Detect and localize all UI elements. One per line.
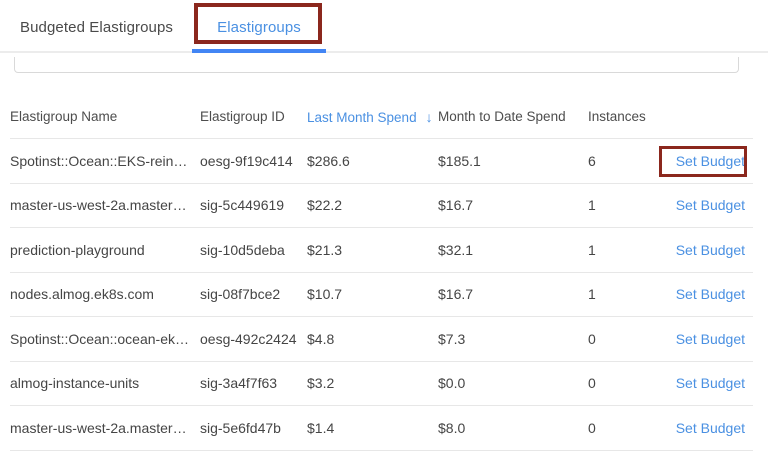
- table-body: Spotinst::Ocean::EKS-reinv… oesg-9f19c41…: [10, 139, 753, 451]
- cell-month-to-date-spend: $16.7: [438, 286, 588, 302]
- cell-month-to-date-spend: $16.7: [438, 197, 588, 213]
- table-row: master-us-west-2a.masters… sig-5c449619 …: [10, 184, 753, 229]
- cell-actions: Set Budget: [660, 242, 753, 258]
- cell-actions: Set Budget: [660, 153, 753, 169]
- cell-elastigroup-name: master-us-west-2a.masters…: [10, 197, 200, 213]
- cell-instances: 0: [588, 375, 660, 391]
- cell-actions: Set Budget: [660, 197, 753, 213]
- cell-month-to-date-spend: $32.1: [438, 242, 588, 258]
- cell-elastigroup-id: sig-5c449619: [200, 197, 307, 213]
- cell-elastigroup-name: prediction-playground: [10, 242, 200, 258]
- cell-last-month-spend: $10.7: [307, 286, 438, 302]
- cell-elastigroup-name: Spotinst::Ocean::EKS-reinv…: [10, 153, 200, 169]
- filter-input-partial[interactable]: [14, 57, 739, 73]
- cell-last-month-spend: $286.6: [307, 153, 438, 169]
- col-header-month-to-date-spend[interactable]: Month to Date Spend: [438, 109, 588, 124]
- cell-actions: Set Budget: [660, 375, 753, 391]
- set-budget-link[interactable]: Set Budget: [676, 153, 745, 169]
- set-budget-link[interactable]: Set Budget: [676, 242, 745, 258]
- cell-elastigroup-id: sig-08f7bce2: [200, 286, 307, 302]
- cell-last-month-spend: $1.4: [307, 420, 438, 436]
- cell-month-to-date-spend: $8.0: [438, 420, 588, 436]
- cell-instances: 1: [588, 242, 660, 258]
- set-budget-link[interactable]: Set Budget: [676, 375, 745, 391]
- table-header-row: Elastigroup Name Elastigroup ID Last Mon…: [10, 95, 753, 139]
- cell-elastigroup-name: master-us-west-2a.masters…: [10, 420, 200, 436]
- active-tab-underline: [192, 49, 326, 53]
- col-header-last-month-spend[interactable]: Last Month Spend ↓: [307, 109, 438, 125]
- cell-month-to-date-spend: $0.0: [438, 375, 588, 391]
- tab-budgeted-elastigroups[interactable]: Budgeted Elastigroups: [20, 19, 173, 36]
- cell-elastigroup-id: oesg-492c2424: [200, 331, 307, 347]
- sort-descending-icon[interactable]: ↓: [426, 109, 433, 125]
- cell-instances: 0: [588, 420, 660, 436]
- cell-instances: 0: [588, 331, 660, 347]
- cell-elastigroup-id: sig-5e6fd47b: [200, 420, 307, 436]
- cell-elastigroup-id: oesg-9f19c414: [200, 153, 307, 169]
- budgets-screen: Budgeted Elastigroups Elastigroups Elast…: [0, 0, 768, 457]
- table-row: Spotinst::Ocean::EKS-reinv… oesg-9f19c41…: [10, 139, 753, 184]
- cell-last-month-spend: $3.2: [307, 375, 438, 391]
- cell-actions: Set Budget: [660, 331, 753, 347]
- cell-instances: 6: [588, 153, 660, 169]
- table-row: nodes.almog.ek8s.com sig-08f7bce2 $10.7 …: [10, 273, 753, 318]
- set-budget-link[interactable]: Set Budget: [676, 197, 745, 213]
- col-header-instances[interactable]: Instances: [588, 109, 660, 124]
- tab-bar: Budgeted Elastigroups Elastigroups: [0, 0, 768, 53]
- elastigroups-table: Elastigroup Name Elastigroup ID Last Mon…: [10, 95, 753, 451]
- tab-elastigroups[interactable]: Elastigroups: [192, 19, 326, 36]
- col-header-elastigroup-id[interactable]: Elastigroup ID: [200, 109, 307, 124]
- cell-instances: 1: [588, 286, 660, 302]
- table-row: Spotinst::Ocean::ocean-eks… oesg-492c242…: [10, 317, 753, 362]
- col-header-elastigroup-name[interactable]: Elastigroup Name: [10, 109, 200, 124]
- cell-actions: Set Budget: [660, 420, 753, 436]
- table-row: prediction-playground sig-10d5deba $21.3…: [10, 228, 753, 273]
- cell-elastigroup-name: almog-instance-units: [10, 375, 200, 391]
- col-header-last-month-spend-label[interactable]: Last Month Spend: [307, 110, 417, 125]
- cell-last-month-spend: $4.8: [307, 331, 438, 347]
- cell-actions: Set Budget: [660, 286, 753, 302]
- cell-last-month-spend: $22.2: [307, 197, 438, 213]
- cell-last-month-spend: $21.3: [307, 242, 438, 258]
- cell-elastigroup-name: Spotinst::Ocean::ocean-eks…: [10, 331, 200, 347]
- set-budget-link[interactable]: Set Budget: [676, 286, 745, 302]
- set-budget-link[interactable]: Set Budget: [676, 331, 745, 347]
- table-row: almog-instance-units sig-3a4f7f63 $3.2 $…: [10, 362, 753, 407]
- cell-elastigroup-id: sig-10d5deba: [200, 242, 307, 258]
- cell-month-to-date-spend: $7.3: [438, 331, 588, 347]
- cell-elastigroup-name: nodes.almog.ek8s.com: [10, 286, 200, 302]
- cell-elastigroup-id: sig-3a4f7f63: [200, 375, 307, 391]
- set-budget-link[interactable]: Set Budget: [676, 420, 745, 436]
- table-row: master-us-west-2a.masters… sig-5e6fd47b …: [10, 406, 753, 451]
- cell-month-to-date-spend: $185.1: [438, 153, 588, 169]
- cell-instances: 1: [588, 197, 660, 213]
